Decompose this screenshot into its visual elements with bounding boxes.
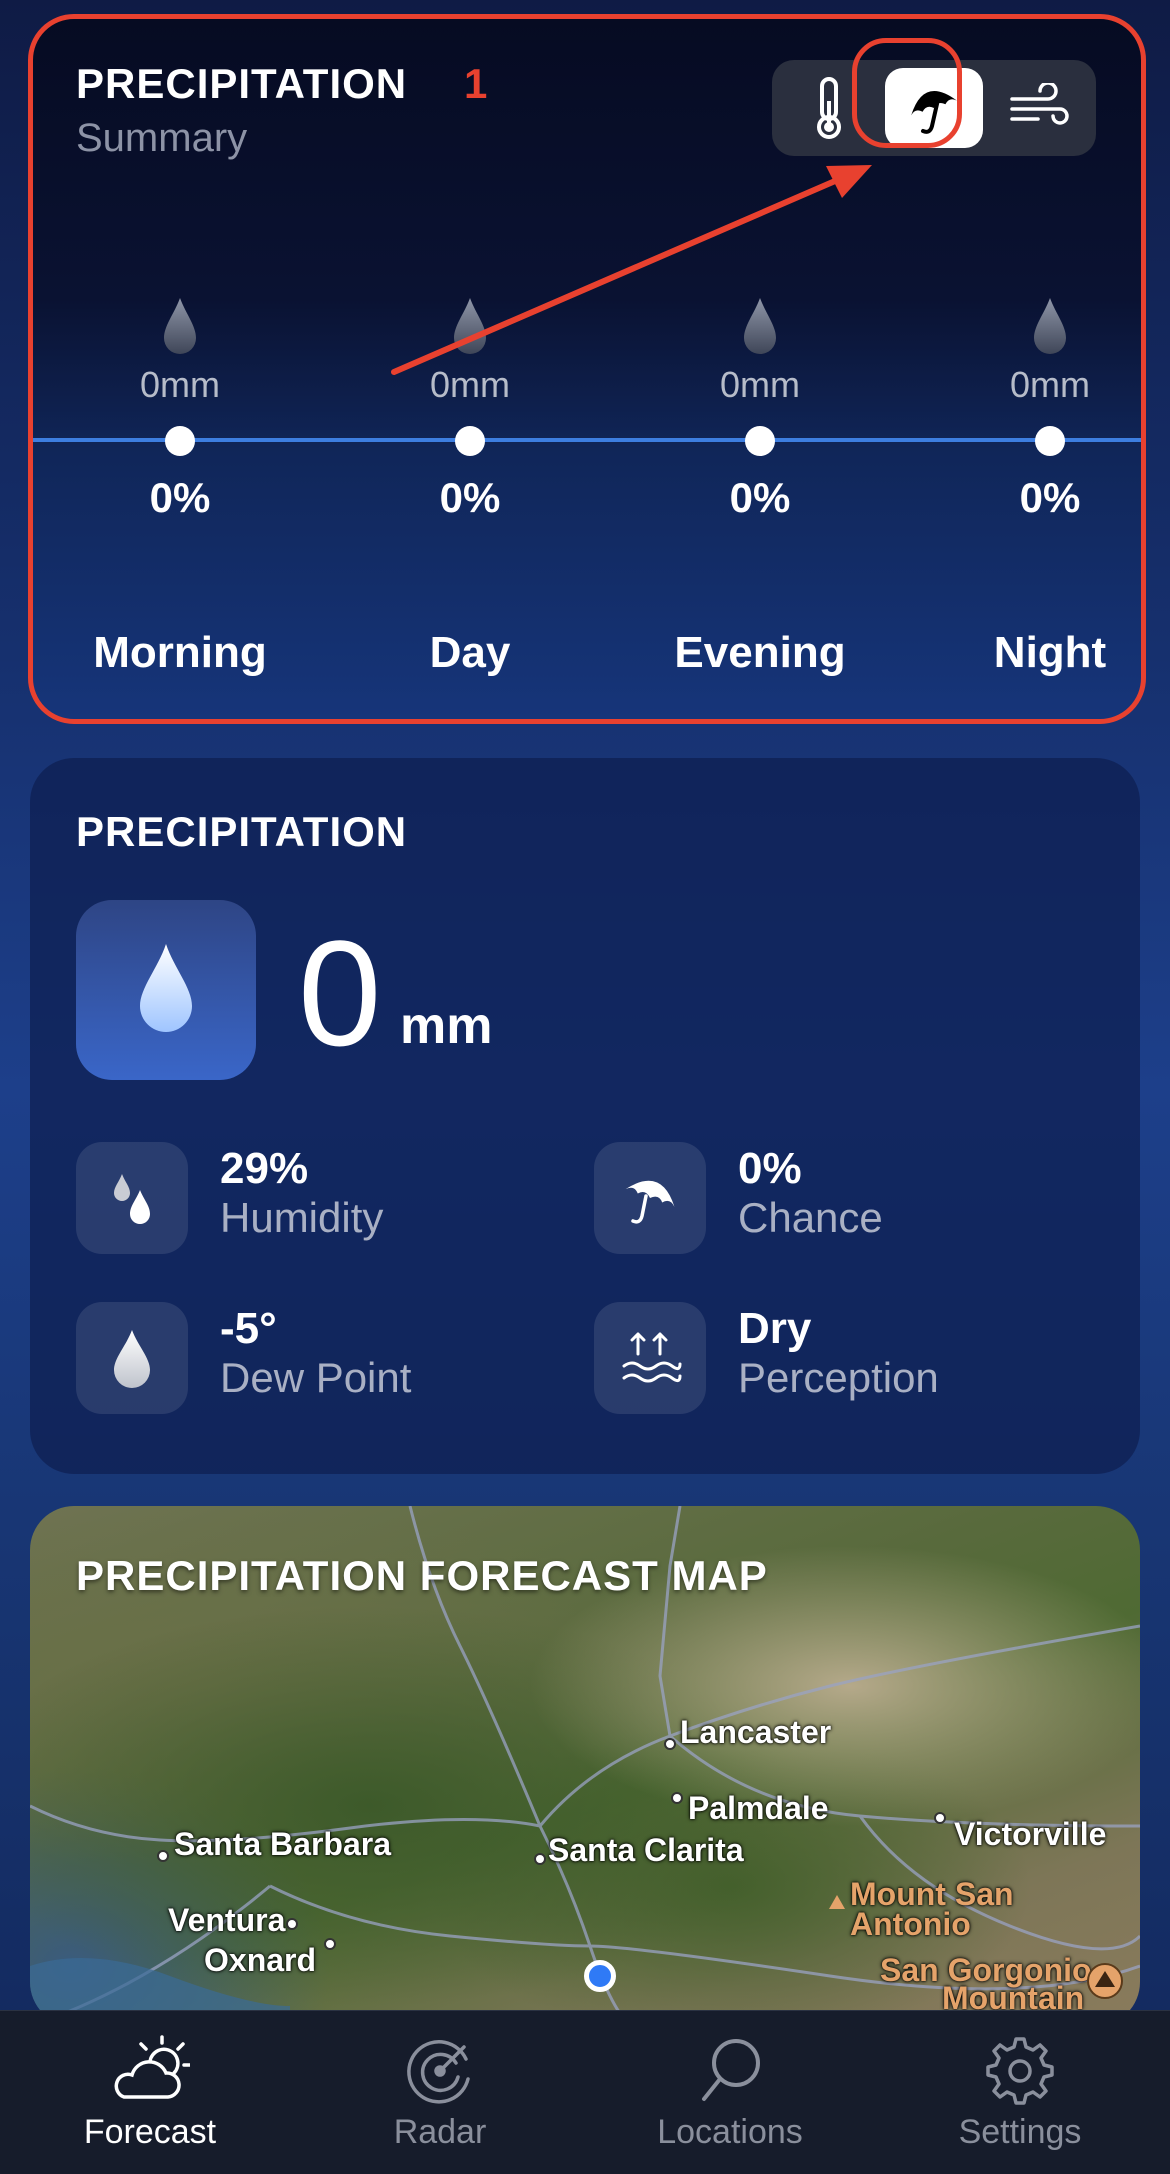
chart-point xyxy=(455,426,485,456)
map-title: PRECIPITATION FORECAST MAP xyxy=(76,1552,768,1599)
map-label-mount-san-antonio-2: Antonio xyxy=(850,1906,971,1942)
precipitation-details-card: PRECIPITATION 0 mm 29% Humidity 0% Chanc… xyxy=(30,758,1140,1474)
precipitation-amount-unit: mm xyxy=(400,997,493,1055)
period-column-night: 0mm 0% Night xyxy=(950,18,1144,720)
precipitation-forecast-map[interactable]: PRECIPITATION FORECAST MAP Lancaster Pal… xyxy=(30,1506,1140,2026)
period-column-morning: 0mm 0% Morning xyxy=(80,18,280,720)
period-label: Day xyxy=(429,628,511,677)
search-icon xyxy=(702,2039,760,2101)
tab-label: Locations xyxy=(657,2113,803,2151)
period-chance: 0% xyxy=(149,474,211,521)
tab-label: Forecast xyxy=(83,2113,217,2151)
city-marker xyxy=(286,1918,298,1930)
map-label-lancaster: Lancaster xyxy=(680,1714,832,1750)
dew-point-value: -5° xyxy=(220,1304,277,1353)
drop-icon xyxy=(114,1330,150,1388)
raindrop-icon xyxy=(744,298,776,354)
perception-label: Perception xyxy=(738,1354,939,1401)
period-column-evening: 0mm 0% Evening xyxy=(660,18,860,720)
period-chance: 0% xyxy=(1019,474,1081,521)
period-amount: 0mm xyxy=(1010,364,1090,405)
partly-sunny-icon xyxy=(114,2035,190,2099)
gear-icon xyxy=(986,2037,1054,2105)
tab-radar[interactable]: Radar xyxy=(330,2025,550,2155)
city-marker xyxy=(671,1792,683,1804)
dew-point-icon-tile xyxy=(76,1302,188,1414)
chance-label: Chance xyxy=(738,1194,883,1241)
radar-icon xyxy=(407,2040,470,2104)
tab-locations[interactable]: Locations xyxy=(620,2025,840,2155)
period-amount: 0mm xyxy=(720,364,800,405)
chart-point xyxy=(165,426,195,456)
period-label: Morning xyxy=(93,628,267,677)
precipitation-summary-card: PRECIPITATION 1 Summary 0mm 0% Morning 0… xyxy=(30,18,1144,720)
period-amount: 0mm xyxy=(430,364,510,405)
raindrop-icon xyxy=(1034,298,1066,354)
tab-label: Radar xyxy=(393,2113,487,2151)
map-label-palmdale: Palmdale xyxy=(688,1790,829,1826)
chance-value: 0% xyxy=(738,1144,802,1193)
period-chance: 0% xyxy=(439,474,501,521)
period-amount: 0mm xyxy=(140,364,220,405)
perception-icon-tile xyxy=(594,1302,706,1414)
evaporation-icon xyxy=(622,1332,682,1383)
period-column-day: 0mm 0% Day xyxy=(370,18,570,720)
tab-label: Settings xyxy=(958,2113,1082,2151)
map-label-santa-clarita: Santa Clarita xyxy=(548,1832,744,1868)
raindrop-icon xyxy=(164,298,196,354)
chance-icon-tile xyxy=(594,1142,706,1254)
city-marker xyxy=(324,1938,336,1950)
humidity-icon-tile xyxy=(76,1142,188,1254)
period-label: Night xyxy=(993,628,1107,677)
humidity-value: 29% xyxy=(220,1144,309,1193)
city-marker xyxy=(664,1738,676,1750)
period-chance: 0% xyxy=(729,474,791,521)
city-marker xyxy=(534,1853,546,1865)
precipitation-amount-tile xyxy=(76,900,256,1080)
map-label-victorville: Victorville xyxy=(954,1816,1107,1852)
city-marker xyxy=(934,1812,946,1824)
dew-point-label: Dew Point xyxy=(220,1354,412,1401)
map-label-ventura: Ventura xyxy=(168,1902,286,1938)
current-location-marker[interactable] xyxy=(584,1960,616,1992)
tab-settings[interactable]: Settings xyxy=(910,2025,1130,2155)
humidity-label: Humidity xyxy=(220,1194,384,1241)
city-marker xyxy=(157,1850,169,1862)
mountain-marker-icon xyxy=(829,1895,845,1909)
raindrop-icon xyxy=(140,944,192,1032)
map-label-oxnard: Oxnard xyxy=(204,1942,317,1978)
chart-point xyxy=(1035,426,1065,456)
tab-bar: Forecast Radar Locations Settings xyxy=(0,2010,1170,2174)
umbrella-icon xyxy=(625,1180,675,1224)
mountain-marker-icon xyxy=(1087,1963,1123,1999)
details-title: PRECIPITATION xyxy=(76,808,408,855)
perception-value: Dry xyxy=(738,1304,812,1353)
tab-forecast[interactable]: Forecast xyxy=(40,2025,260,2155)
precipitation-amount-value: 0 xyxy=(298,909,382,1077)
raindrop-icon xyxy=(454,298,486,354)
droplets-icon xyxy=(114,1174,150,1224)
map-label-santa-barbara: Santa Barbara xyxy=(174,1826,391,1862)
chart-point xyxy=(745,426,775,456)
period-label: Evening xyxy=(674,628,846,677)
